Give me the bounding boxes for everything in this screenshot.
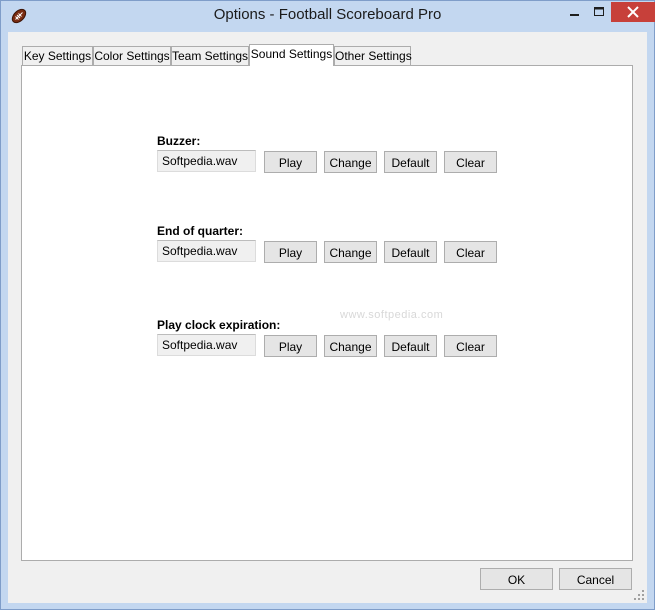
tab-color-settings[interactable]: Color Settings — [93, 46, 171, 65]
play-clock-expiration-play-button[interactable]: Play — [264, 335, 317, 357]
buzzer-default-button[interactable]: Default — [384, 151, 437, 173]
sound-settings-panel: Buzzer: Softpedia.wav Play Change Defaul… — [21, 65, 633, 561]
tab-other-settings[interactable]: Other Settings — [334, 46, 412, 65]
close-button[interactable] — [611, 2, 655, 22]
options-window: Options - Football Scoreboard Pro Key Se… — [0, 0, 655, 610]
play-clock-expiration-file-field[interactable]: Softpedia.wav — [157, 334, 256, 356]
maximize-button[interactable] — [587, 2, 611, 22]
watermark-text: www.softpedia.com — [340, 309, 444, 321]
buzzer-play-button[interactable]: Play — [264, 151, 317, 173]
minimize-icon — [570, 14, 579, 16]
buzzer-clear-button[interactable]: Clear — [444, 151, 497, 173]
close-icon — [627, 6, 639, 18]
cancel-button[interactable]: Cancel — [559, 568, 632, 590]
buzzer-label: Buzzer: — [157, 134, 201, 148]
end-of-quarter-file-field[interactable]: Softpedia.wav — [157, 240, 256, 262]
buzzer-file-field[interactable]: Softpedia.wav — [157, 150, 256, 172]
end-of-quarter-default-button[interactable]: Default — [384, 241, 437, 263]
title-bar[interactable]: Options - Football Scoreboard Pro — [1, 1, 655, 32]
play-clock-expiration-default-button[interactable]: Default — [384, 335, 437, 357]
window-title: Options - Football Scoreboard Pro — [213, 6, 442, 23]
tab-key-settings[interactable]: Key Settings — [22, 46, 93, 65]
dialog-client-area: Key Settings Color Settings Team Setting… — [8, 32, 647, 603]
end-of-quarter-label: End of quarter: — [157, 224, 243, 238]
tab-sound-settings[interactable]: Sound Settings — [249, 44, 334, 66]
play-clock-expiration-label: Play clock expiration: — [157, 318, 281, 332]
maximize-icon — [594, 7, 604, 16]
play-clock-expiration-clear-button[interactable]: Clear — [444, 335, 497, 357]
end-of-quarter-change-button[interactable]: Change — [324, 241, 377, 263]
ok-button[interactable]: OK — [480, 568, 553, 590]
end-of-quarter-play-button[interactable]: Play — [264, 241, 317, 263]
tab-team-settings[interactable]: Team Settings — [171, 46, 249, 65]
resize-grip-icon[interactable] — [633, 589, 645, 601]
buzzer-change-button[interactable]: Change — [324, 151, 377, 173]
play-clock-expiration-change-button[interactable]: Change — [324, 335, 377, 357]
end-of-quarter-clear-button[interactable]: Clear — [444, 241, 497, 263]
minimize-button[interactable] — [561, 2, 587, 22]
